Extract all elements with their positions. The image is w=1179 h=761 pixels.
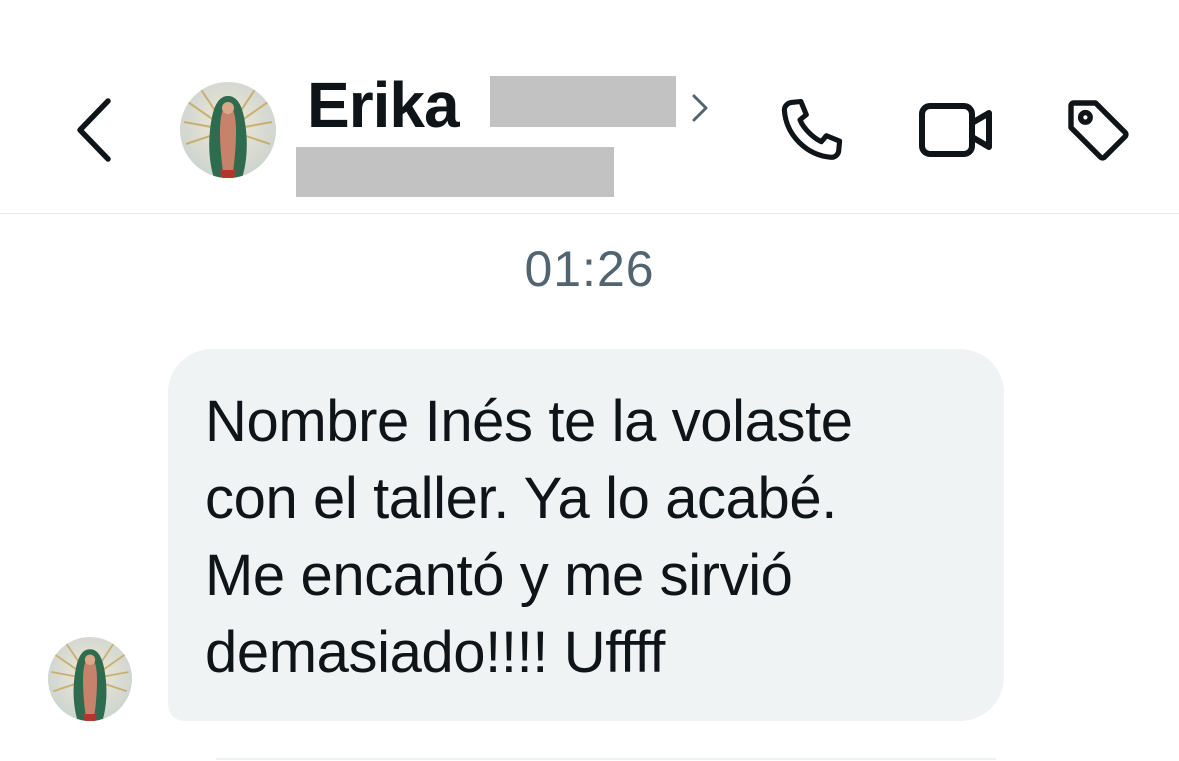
video-call-button[interactable] [916,90,996,170]
divider [216,758,996,760]
message-text: Nombre Inés te la volaste con el taller.… [205,389,853,685]
contact-name[interactable]: Erika [307,69,460,141]
incoming-message-bubble[interactable]: Nombre Inés te la volaste con el taller.… [168,349,1004,721]
tag-icon [1068,100,1129,161]
phone-icon [781,98,843,160]
video-camera-icon [919,103,992,157]
virgin-of-guadalupe-image [48,637,132,721]
conversation-header: Erika [0,0,1179,214]
sender-avatar[interactable] [48,637,132,721]
chevron-left-icon [77,98,111,162]
label-button[interactable] [1058,90,1138,170]
back-button[interactable] [62,92,126,168]
virgin-of-guadalupe-image [180,82,276,178]
dm-conversation-screen: Erika 01:26 Nombre Inés te la volaste co… [0,0,1179,761]
contact-avatar[interactable] [180,82,276,178]
message-timestamp: 01:26 [524,241,655,297]
chevron-right-icon[interactable] [687,90,713,126]
redacted-username [296,147,614,197]
call-button[interactable] [772,90,852,170]
redacted-surname [490,76,676,127]
